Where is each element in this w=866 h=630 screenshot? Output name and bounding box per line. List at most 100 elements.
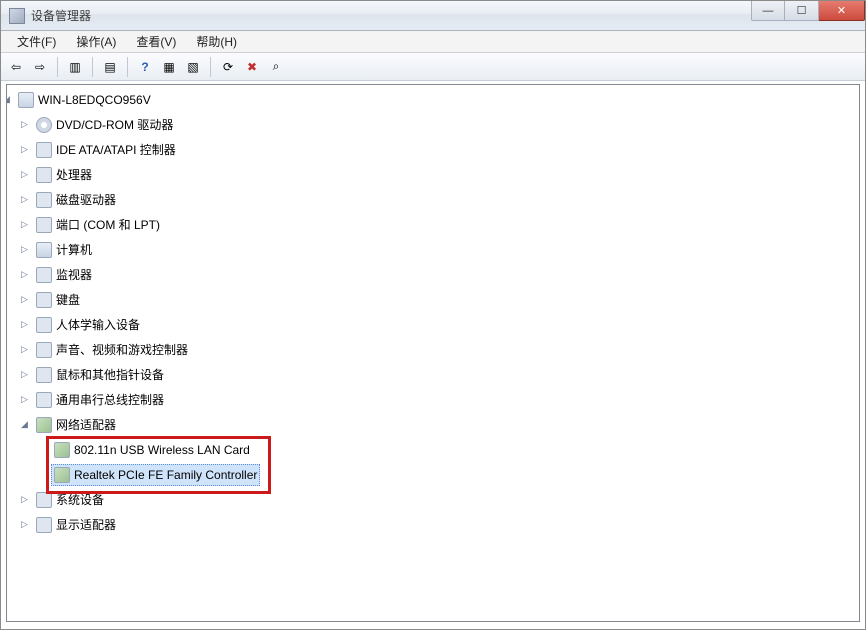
tree-item[interactable]: ▷声音、视频和游戏控制器 xyxy=(33,339,859,364)
tree-item-label: 键盘 xyxy=(56,290,80,310)
toolbar-separator xyxy=(127,57,128,77)
device-icon xyxy=(54,467,70,483)
view-devices-button[interactable]: ▦ xyxy=(158,56,180,78)
tree-item[interactable]: ▷人体学输入设备 xyxy=(33,314,859,339)
tree-item-label: 通用串行总线控制器 xyxy=(56,390,164,410)
tree-item-label: 鼠标和其他指针设备 xyxy=(56,365,164,385)
toolbar-separator xyxy=(57,57,58,77)
tree-item-label: 系统设备 xyxy=(56,490,104,510)
expand-icon[interactable]: ▷ xyxy=(19,518,30,529)
maximize-icon: ☐ xyxy=(797,4,807,17)
toolbar-separator xyxy=(210,57,211,77)
tree-item[interactable]: ▷磁盘驱动器 xyxy=(33,189,859,214)
app-icon xyxy=(9,8,25,24)
tree-item-label: 处理器 xyxy=(56,165,92,185)
properties-button[interactable]: ▤ xyxy=(99,56,121,78)
titlebar: 设备管理器 — ☐ ✕ xyxy=(1,1,865,31)
window-title: 设备管理器 xyxy=(31,7,91,24)
computer-icon xyxy=(18,92,34,108)
tree-item[interactable]: ▷计算机 xyxy=(33,239,859,264)
update-icon: ⟳ xyxy=(223,60,233,74)
tree-item[interactable]: ▷监视器 xyxy=(33,264,859,289)
resources-icon: ▧ xyxy=(187,60,198,74)
view-resources-button[interactable]: ▧ xyxy=(182,56,204,78)
tree-item-label: DVD/CD-ROM 驱动器 xyxy=(56,115,173,135)
device-icon xyxy=(36,167,52,183)
device-icon xyxy=(36,217,52,233)
help-button[interactable]: ? xyxy=(134,56,156,78)
menu-action[interactable]: 操作(A) xyxy=(66,31,126,52)
device-tree-panel[interactable]: ◢ WIN-L8EDQCO956V ▷DVD/CD-ROM 驱动器▷IDE AT… xyxy=(6,84,860,622)
tree-item-label: 网络适配器 xyxy=(56,415,116,435)
update-driver-button[interactable]: ⟳ xyxy=(217,56,239,78)
device-icon xyxy=(36,367,52,383)
tree-item[interactable]: ▷通用串行总线控制器 xyxy=(33,389,859,414)
expand-icon[interactable]: ▷ xyxy=(19,243,30,254)
tree-item-label: 声音、视频和游戏控制器 xyxy=(56,340,188,360)
device-icon xyxy=(36,267,52,283)
tree-item[interactable]: ▷DVD/CD-ROM 驱动器 xyxy=(33,114,859,139)
scan-icon: ⌕ xyxy=(273,59,280,74)
tree-item[interactable]: ▷键盘 xyxy=(33,289,859,314)
tree-item[interactable]: ▷IDE ATA/ATAPI 控制器 xyxy=(33,139,859,164)
device-icon xyxy=(36,292,52,308)
expand-icon[interactable]: ▷ xyxy=(19,368,30,379)
tree-item[interactable]: ▷鼠标和其他指针设备 xyxy=(33,364,859,389)
menu-view[interactable]: 查看(V) xyxy=(126,31,186,52)
menu-help[interactable]: 帮助(H) xyxy=(186,31,247,52)
back-button[interactable]: ⇦ xyxy=(5,56,27,78)
expand-icon[interactable]: ▷ xyxy=(19,293,30,304)
show-hide-tree-button[interactable]: ▥ xyxy=(64,56,86,78)
close-icon: ✕ xyxy=(837,4,846,17)
expand-icon[interactable]: ▷ xyxy=(19,218,30,229)
forward-button[interactable]: ⇨ xyxy=(29,56,51,78)
collapse-icon[interactable]: ◢ xyxy=(6,93,12,104)
tree-item[interactable]: ▷处理器 xyxy=(33,164,859,189)
device-tree: ◢ WIN-L8EDQCO956V ▷DVD/CD-ROM 驱动器▷IDE AT… xyxy=(11,89,859,539)
toolbar: ⇦ ⇨ ▥ ▤ ? ▦ ▧ ⟳ ✖ ⌕ xyxy=(1,53,865,81)
device-icon xyxy=(36,342,52,358)
tree-item[interactable]: ◢网络适配器802.11n USB Wireless LAN CardRealt… xyxy=(33,414,859,489)
expand-icon[interactable]: ▷ xyxy=(19,118,30,129)
tree-item-label: 显示适配器 xyxy=(56,515,116,535)
devices-icon: ▦ xyxy=(163,60,174,74)
tree-item-label: 计算机 xyxy=(56,240,92,260)
tree-item[interactable]: ▷系统设备 xyxy=(33,489,859,514)
uninstall-button[interactable]: ✖ xyxy=(241,56,263,78)
tree-item[interactable]: ▷显示适配器 xyxy=(33,514,859,539)
expand-icon[interactable]: ▷ xyxy=(19,168,30,179)
close-button[interactable]: ✕ xyxy=(819,1,865,21)
arrow-left-icon: ⇦ xyxy=(11,60,21,74)
scan-hardware-button[interactable]: ⌕ xyxy=(265,56,287,78)
expand-icon[interactable]: ▷ xyxy=(19,493,30,504)
device-icon xyxy=(36,142,52,158)
arrow-right-icon: ⇨ xyxy=(35,60,45,74)
device-icon xyxy=(36,492,52,508)
expand-icon[interactable]: ▷ xyxy=(19,318,30,329)
expand-icon[interactable]: ▷ xyxy=(19,268,30,279)
expand-icon[interactable]: ▷ xyxy=(19,343,30,354)
uninstall-icon: ✖ xyxy=(247,60,257,74)
menu-file[interactable]: 文件(F) xyxy=(7,31,66,52)
expand-icon[interactable]: ▷ xyxy=(19,393,30,404)
tree-item[interactable]: ▷端口 (COM 和 LPT) xyxy=(33,214,859,239)
window-controls: — ☐ ✕ xyxy=(751,1,865,21)
expand-icon[interactable]: ▷ xyxy=(19,193,30,204)
minimize-button[interactable]: — xyxy=(751,1,785,21)
device-icon xyxy=(36,517,52,533)
tree-root-item[interactable]: ◢ WIN-L8EDQCO956V ▷DVD/CD-ROM 驱动器▷IDE AT… xyxy=(15,89,859,539)
expand-icon[interactable]: ▷ xyxy=(19,143,30,154)
toolbar-separator xyxy=(92,57,93,77)
tree-item[interactable]: 802.11n USB Wireless LAN Card xyxy=(51,439,859,464)
device-icon xyxy=(36,417,52,433)
minimize-icon: — xyxy=(763,5,774,17)
device-icon xyxy=(36,242,52,258)
tree-item-label: 磁盘驱动器 xyxy=(56,190,116,210)
collapse-icon[interactable]: ◢ xyxy=(19,418,30,429)
tree-item-label: 人体学输入设备 xyxy=(56,315,140,335)
tree-item[interactable]: Realtek PCIe FE Family Controller xyxy=(51,464,859,489)
device-icon xyxy=(36,192,52,208)
maximize-button[interactable]: ☐ xyxy=(785,1,819,21)
device-icon xyxy=(36,392,52,408)
device-icon xyxy=(36,117,52,133)
